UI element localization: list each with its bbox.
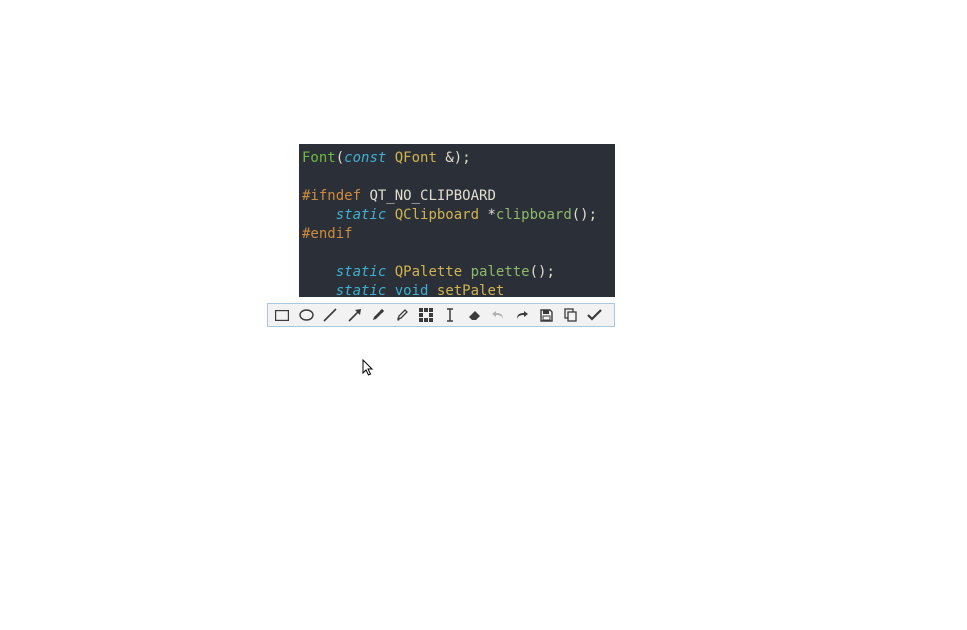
text-tool-button[interactable] <box>438 304 462 326</box>
redo-icon <box>515 309 529 321</box>
token <box>386 207 394 223</box>
token <box>428 283 436 297</box>
ellipse-icon <box>299 309 314 321</box>
marker-icon <box>395 308 409 322</box>
token: clipboard <box>496 207 572 223</box>
undo-icon <box>491 309 505 321</box>
token: const <box>344 150 386 166</box>
token: static <box>336 207 387 223</box>
save-icon <box>540 309 553 322</box>
token: &); <box>437 150 471 166</box>
undo-button <box>486 304 510 326</box>
token: void <box>395 283 429 297</box>
token: * <box>479 207 496 223</box>
token: static <box>336 283 387 297</box>
token: Font <box>302 150 336 166</box>
rectangle-tool-button[interactable] <box>270 304 294 326</box>
token: QClipboard <box>395 207 479 223</box>
marker-tool-button[interactable] <box>390 304 414 326</box>
token <box>386 150 394 166</box>
copy-button[interactable] <box>558 304 582 326</box>
pixelate-tool-button[interactable] <box>414 304 438 326</box>
token <box>462 264 470 280</box>
code-editor-selection: Font(const QFont &); #ifndef QT_NO_CLIPB… <box>299 144 615 297</box>
redo-button[interactable] <box>510 304 534 326</box>
token: palette <box>471 264 530 280</box>
token: QPalette <box>395 264 462 280</box>
pencil-icon <box>371 308 385 322</box>
token: #endif <box>302 226 353 242</box>
pixelate-icon <box>419 308 433 322</box>
token: (); <box>530 264 555 280</box>
text-icon <box>444 308 456 322</box>
line-tool-button[interactable] <box>318 304 342 326</box>
ellipse-tool-button[interactable] <box>294 304 318 326</box>
token <box>302 207 336 223</box>
token: #ifndef <box>302 188 361 204</box>
token: QT_NO_CLIPBOARD <box>369 188 495 204</box>
line-icon <box>323 308 337 322</box>
eraser-icon <box>467 309 482 322</box>
token <box>302 264 336 280</box>
eraser-tool-button[interactable] <box>462 304 486 326</box>
token: setPalet <box>437 283 504 297</box>
ok-button[interactable] <box>582 304 606 326</box>
arrow-tool-button[interactable] <box>342 304 366 326</box>
save-button[interactable] <box>534 304 558 326</box>
arrow-icon <box>347 308 362 323</box>
token: static <box>336 264 387 280</box>
mouse-cursor-icon <box>362 359 376 381</box>
copy-icon <box>564 308 577 322</box>
token <box>386 264 394 280</box>
token <box>386 283 394 297</box>
check-icon <box>587 309 602 321</box>
rectangle-icon <box>275 310 289 321</box>
token: QFont <box>395 150 437 166</box>
token <box>302 283 336 297</box>
token: ( <box>336 150 344 166</box>
screenshot-toolbar <box>267 303 615 327</box>
pencil-tool-button[interactable] <box>366 304 390 326</box>
token: (); <box>572 207 597 223</box>
